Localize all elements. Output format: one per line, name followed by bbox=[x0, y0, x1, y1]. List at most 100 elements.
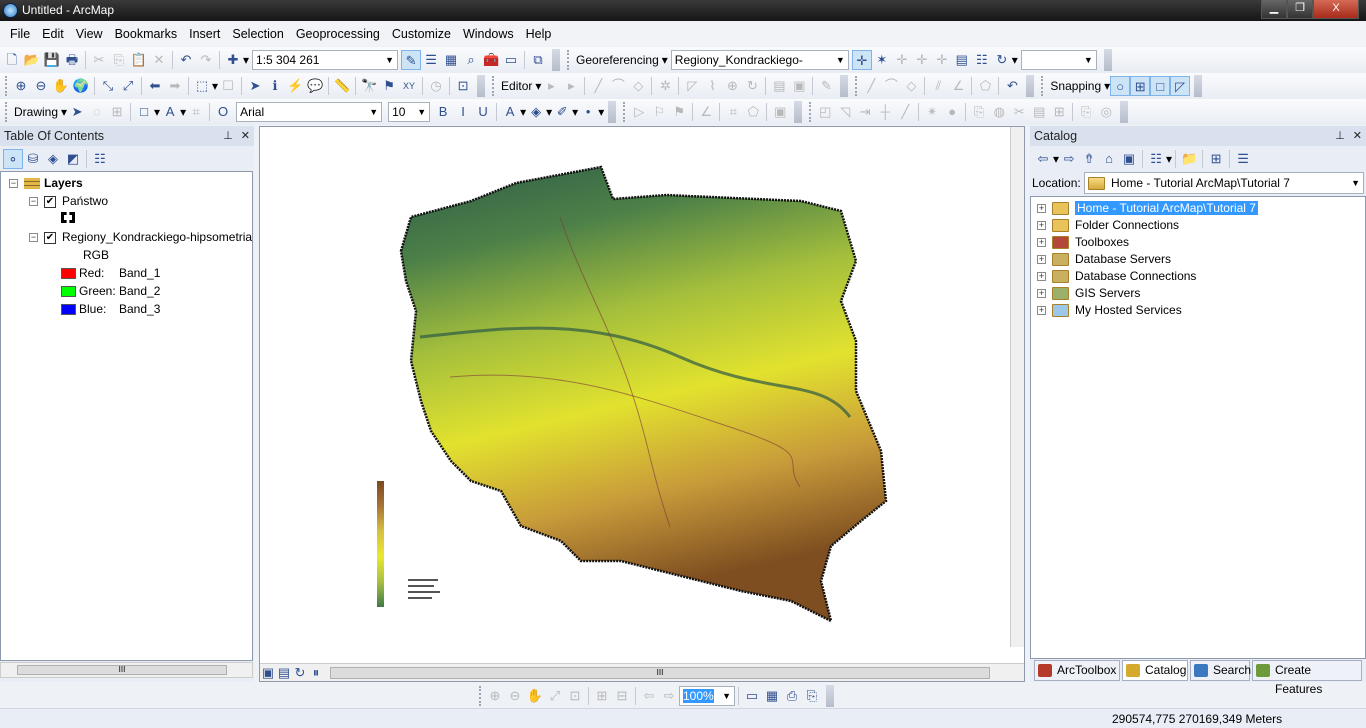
catalog-window-icon[interactable]: ▦ bbox=[441, 50, 461, 70]
toolbar-drag-handle[interactable] bbox=[567, 50, 570, 70]
editor-toolbar-icon[interactable]: ✎ bbox=[401, 50, 422, 70]
python-window-icon[interactable]: ▭ bbox=[501, 50, 521, 70]
add-data-icon[interactable]: ✚ bbox=[223, 50, 243, 70]
edge-icon[interactable]: ┼ bbox=[875, 102, 895, 122]
data-driven-pages-icon[interactable]: ⎘ bbox=[802, 686, 822, 706]
pause-drawing-button[interactable]: ⏸ bbox=[308, 663, 324, 683]
redo-icon[interactable]: ↷ bbox=[196, 50, 216, 70]
catalog-item[interactable]: + Folder Connections bbox=[1037, 217, 1179, 234]
change-layout-icon[interactable]: ⎙ bbox=[782, 686, 802, 706]
reshape-edge-icon[interactable]: ╱ bbox=[895, 102, 915, 122]
chevron-down-icon[interactable]: ▼ bbox=[417, 103, 426, 121]
zoom-to-selected-icon[interactable]: ⊞ bbox=[107, 102, 127, 122]
undo-edit-icon[interactable]: ↶ bbox=[1002, 76, 1022, 96]
new-text-icon[interactable]: A bbox=[160, 102, 180, 122]
dropdown-arrow-icon[interactable]: ▾ bbox=[662, 53, 668, 67]
modelbuilder-icon[interactable]: ⧉ bbox=[528, 50, 548, 70]
polygon-tool-icon[interactable]: ⬠ bbox=[743, 102, 763, 122]
go-to-xy-icon[interactable]: XY bbox=[399, 76, 419, 96]
dock-tab-search[interactable]: Search bbox=[1190, 660, 1251, 681]
validate-icon[interactable]: ✴ bbox=[922, 102, 942, 122]
polygon-symbol-icon[interactable] bbox=[61, 212, 75, 223]
data-view-button[interactable]: ▤ bbox=[276, 663, 292, 683]
follow-feature-icon[interactable]: ⚑ bbox=[669, 102, 689, 122]
edit-vertices-icon[interactable]: ⌗ bbox=[186, 102, 206, 122]
point-snapping-icon[interactable]: ○ bbox=[1110, 76, 1131, 96]
create-features-icon[interactable]: ✎ bbox=[816, 76, 836, 96]
menu-edit[interactable]: Edit bbox=[36, 27, 70, 41]
chevron-down-icon[interactable]: ▼ bbox=[369, 103, 378, 121]
clear-selection-icon[interactable]: ☐ bbox=[218, 76, 238, 96]
print-icon[interactable]: 🖶 bbox=[62, 50, 82, 70]
create-viewer-window-icon[interactable]: ⊡ bbox=[453, 76, 473, 96]
back-icon[interactable]: ⇦ bbox=[1033, 149, 1053, 169]
construction-icon[interactable]: ◇ bbox=[628, 76, 648, 96]
properties-icon[interactable]: ▣ bbox=[770, 102, 790, 122]
split-lines-icon[interactable]: ⇥ bbox=[855, 102, 875, 122]
topology-modify-icon[interactable]: ◹ bbox=[835, 102, 855, 122]
expand-icon[interactable]: + bbox=[1037, 238, 1046, 248]
new-folder-icon[interactable]: 📁 bbox=[1179, 149, 1199, 169]
fixed-zoom-out-icon[interactable]: ⤢ bbox=[118, 76, 138, 96]
error-inspector-icon[interactable]: ⎘ bbox=[1076, 102, 1096, 122]
toolbar-drag-handle[interactable] bbox=[623, 102, 626, 122]
collapse-icon[interactable]: − bbox=[9, 179, 18, 189]
html-popup-icon[interactable]: 💬 bbox=[305, 76, 325, 96]
map-canvas[interactable] bbox=[260, 127, 1012, 663]
toolbar-options-handle[interactable] bbox=[1026, 75, 1035, 97]
polygon-icon[interactable]: ⬠ bbox=[975, 76, 995, 96]
pin-icon[interactable]: ⊥ bbox=[1335, 130, 1345, 142]
georeference-layer-combo[interactable]: Regiony_Kondrackiego-hipsomet▼ bbox=[670, 50, 849, 85]
edit-tool-icon[interactable]: ▸ bbox=[541, 76, 561, 96]
snapping-menu[interactable]: Snapping bbox=[1047, 79, 1104, 93]
collapse-icon[interactable]: − bbox=[29, 233, 38, 243]
list-by-visibility-icon[interactable]: ◈ bbox=[43, 149, 63, 169]
edit-annotation-icon[interactable]: ▸ bbox=[561, 76, 581, 96]
time-slider-icon[interactable]: ◷ bbox=[426, 76, 446, 96]
catalog-item[interactable]: + Home - Tutorial ArcMap\Tutorial 7 bbox=[1037, 200, 1258, 217]
line-icon[interactable]: ╱ bbox=[861, 76, 881, 96]
toolbar-options-handle[interactable] bbox=[1194, 75, 1203, 97]
home-folder-icon[interactable]: ⌂ bbox=[1099, 149, 1119, 169]
convert-icon[interactable]: ⌗ bbox=[723, 102, 743, 122]
close-icon[interactable]: ✕ bbox=[1353, 130, 1362, 142]
open-icon[interactable]: 📂 bbox=[22, 50, 42, 70]
toolbar-options-handle[interactable] bbox=[477, 75, 486, 97]
fixed-zoom-in-icon[interactable]: ⊞ bbox=[592, 686, 612, 706]
flip-rotate-icon[interactable]: ↻ bbox=[992, 50, 1012, 70]
chevron-down-icon[interactable]: ▼ bbox=[836, 51, 845, 69]
new-document-icon[interactable]: 🗋 bbox=[2, 50, 22, 70]
select-elements-icon[interactable]: ➤ bbox=[245, 76, 265, 96]
catalog-item[interactable]: + Database Connections bbox=[1037, 268, 1196, 285]
toggle-draft-mode-icon[interactable]: ▭ bbox=[742, 686, 762, 706]
toggle-contents-icon[interactable]: ⊞ bbox=[1206, 149, 1226, 169]
table-of-contents-window-icon[interactable]: ☰ bbox=[421, 50, 441, 70]
toolbar-options-handle[interactable] bbox=[1103, 49, 1112, 71]
expand-icon[interactable]: + bbox=[1037, 221, 1046, 231]
layer-regiony[interactable]: − ✔ Regiony_Kondrackiego-hipsometria bbox=[29, 229, 252, 246]
add-control-points-icon[interactable]: ✛ bbox=[851, 50, 872, 70]
select-features-icon[interactable]: ⬚ bbox=[192, 76, 212, 96]
endpoint-arc-icon[interactable]: ⌒ bbox=[608, 76, 628, 96]
pan-icon[interactable]: ✋ bbox=[51, 76, 71, 96]
font-combo[interactable]: Arial ▼ bbox=[236, 102, 383, 122]
fix-icon[interactable]: ◍ bbox=[989, 102, 1009, 122]
view-link-table-icon[interactable]: ▤ bbox=[952, 50, 972, 70]
zoom-out-icon[interactable]: ⊖ bbox=[31, 76, 51, 96]
trace-icon[interactable]: ◇ bbox=[901, 76, 921, 96]
hyperlink-icon[interactable]: ⚡ bbox=[285, 76, 305, 96]
georeferencing-menu[interactable]: Georeferencing bbox=[573, 53, 662, 67]
tools-icon[interactable]: ✂ bbox=[1009, 102, 1029, 122]
toc-horizontal-scrollbar[interactable]: III bbox=[0, 662, 253, 678]
list-by-source-icon[interactable]: ⛁ bbox=[23, 149, 43, 169]
cut-icon[interactable]: ✂ bbox=[89, 50, 109, 70]
measure-icon[interactable]: 📏 bbox=[332, 76, 352, 96]
copy-icon[interactable]: ⎘ bbox=[109, 50, 129, 70]
editor-menu[interactable]: Editor bbox=[498, 79, 535, 93]
rectangle-icon[interactable]: □ bbox=[134, 102, 154, 122]
toolbar-drag-handle[interactable] bbox=[5, 76, 8, 96]
forward-icon[interactable]: ⇨ bbox=[1059, 149, 1079, 169]
toolbar-drag-handle[interactable] bbox=[5, 102, 8, 122]
map-vertical-scrollbar[interactable] bbox=[1010, 127, 1024, 647]
bold-icon[interactable]: B bbox=[433, 102, 453, 122]
